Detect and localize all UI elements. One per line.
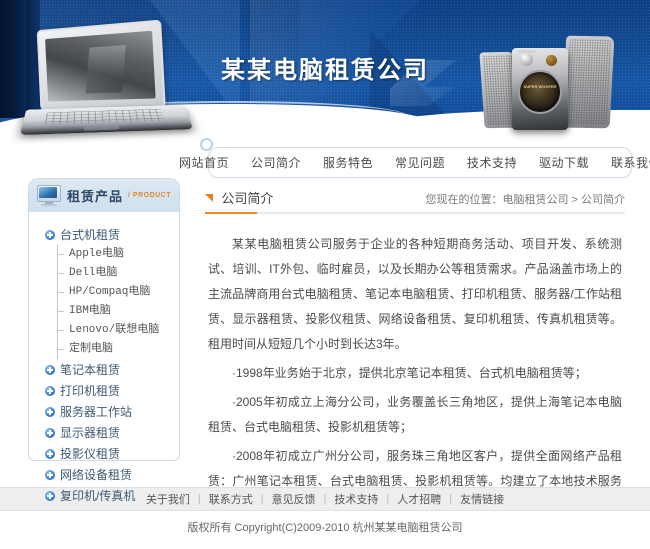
title-underline-accent	[205, 212, 257, 214]
sidebar-subitem-lenovo[interactable]: Lenovo/联想电脑	[57, 321, 179, 340]
sidebar-subitem-ibm[interactable]: IBM电脑	[57, 302, 179, 321]
sidebar-item-label: 网络设备租赁	[60, 468, 133, 482]
plus-circle-icon	[45, 229, 55, 240]
breadcrumb: 您现在的位置：电脑租赁公司 > 公司简介	[425, 194, 625, 206]
sidebar-item-desktop[interactable]: 台式机租赁	[29, 224, 179, 245]
footer-link-contact[interactable]: 联系方式	[201, 491, 261, 507]
sidebar-item-label: 服务器工作站	[60, 405, 133, 419]
sidebar-products-panel: 租赁产品 / PRODUCT 台式机租赁 Apple电脑 Dell电脑 HP/C…	[28, 178, 180, 503]
footer-link-careers[interactable]: 人才招聘	[389, 491, 449, 507]
sidebar-item-laptop[interactable]: 笔记本租赁	[29, 359, 179, 380]
sidebar-subitem-apple[interactable]: Apple电脑	[57, 245, 179, 264]
content-paragraph: ·1998年业务始于北京，提供北京笔记本租赁、台式机电脑租赁等；	[232, 366, 587, 380]
content-area: 公司简介 您现在的位置：电脑租赁公司 > 公司简介 某某电脑租赁公司服务于企业的…	[205, 188, 625, 523]
sidebar-sublist-desktop: Apple电脑 Dell电脑 HP/Compaq电脑 IBM电脑 Lenovo/…	[29, 245, 179, 359]
site-banner: 某某电脑租赁公司	[0, 0, 650, 150]
sidebar-item-label: 台式机租赁	[60, 228, 121, 242]
plus-circle-icon	[45, 406, 55, 417]
monitor-icon	[37, 184, 61, 206]
content-body: 某某电脑租赁公司服务于企业的各种短期商务活动、项目开发、系统测试、培训、IT外包…	[205, 214, 625, 519]
laptop-base	[19, 104, 194, 135]
plus-circle-icon	[45, 427, 55, 438]
monitor-screen	[39, 186, 57, 198]
laptop-touchpad	[83, 124, 120, 131]
sidebar-item-copier[interactable]: 复印机/传真机	[29, 485, 179, 506]
sidebar-subitem-dell[interactable]: Dell电脑	[57, 264, 179, 283]
nav-item-about[interactable]: 公司简介	[240, 154, 312, 171]
sidebar-item-server[interactable]: 服务器工作站	[29, 401, 179, 422]
footer-copyright: 版权所有 Copyright(C)2009-2010 杭州某某电脑租赁公司	[0, 511, 650, 549]
content-paragraph: 某某电脑租赁公司服务于企业的各种短期商务活动、项目开发、系统测试、培训、IT外包…	[208, 237, 622, 351]
sidebar-item-printer[interactable]: 打印机租赁	[29, 380, 179, 401]
nav-item-home[interactable]: 网站首页	[168, 154, 240, 171]
footer-link-feedback[interactable]: 意见反馈	[264, 491, 324, 507]
monitor-foot	[41, 203, 57, 206]
plus-circle-icon	[45, 448, 55, 459]
content-paragraph: ·2005年初成立上海分公司，业务覆盖长三角地区，提供上海笔记本电脑租赁、台式电…	[208, 395, 622, 434]
plus-circle-icon	[45, 364, 55, 375]
sidebar-list: 台式机租赁 Apple电脑 Dell电脑 HP/Compaq电脑 IBM电脑 L…	[29, 212, 179, 516]
page-title: 公司简介	[221, 191, 274, 206]
page-root: 某某电脑租赁公司 网站首页 公司简介 服务特色 常见问题 技术支持 驱动下载 联…	[0, 0, 650, 549]
sidebar-item-network[interactable]: 网络设备租赁	[29, 464, 179, 485]
sidebar-subitem-hp[interactable]: HP/Compaq电脑	[57, 283, 179, 302]
sidebar-item-projector[interactable]: 投影仪租赁	[29, 443, 179, 464]
nav-decorative-circle	[200, 138, 213, 151]
sidebar-item-label: 显示器租赁	[60, 426, 121, 440]
sidebar-item-label: 复印机/传真机	[60, 489, 136, 503]
sidebar-title: 租赁产品	[67, 188, 124, 204]
nav-item-contact[interactable]: 联系我们	[600, 154, 650, 171]
site-title: 某某电脑租赁公司	[221, 56, 429, 84]
sidebar-header: 租赁产品 / PRODUCT	[29, 179, 179, 212]
sidebar-item-label: 笔记本租赁	[60, 363, 121, 377]
content-header: 公司简介 您现在的位置：电脑租赁公司 > 公司简介	[205, 188, 625, 214]
sidebar-subtitle: / PRODUCT	[128, 191, 172, 199]
sidebar-subitem-custom[interactable]: 定制电脑	[57, 340, 179, 359]
footer-link-partners[interactable]: 友情链接	[452, 491, 512, 507]
plus-circle-icon	[45, 469, 55, 480]
laptop-keyboard	[45, 108, 165, 125]
plus-circle-icon	[45, 490, 55, 501]
sidebar-item-label: 打印机租赁	[60, 384, 121, 398]
sidebar-item-label: 投影仪租赁	[60, 447, 121, 461]
main-navigation: 网站首页 公司简介 服务特色 常见问题 技术支持 驱动下载 联系我们	[179, 147, 650, 178]
nav-item-support[interactable]: 技术支持	[456, 154, 528, 171]
footer-link-support[interactable]: 技术支持	[326, 491, 386, 507]
nav-item-features[interactable]: 服务特色	[312, 154, 384, 171]
nav-item-faq[interactable]: 常见问题	[384, 154, 456, 171]
arrow-marker-icon	[205, 194, 213, 202]
plus-circle-icon	[45, 385, 55, 396]
nav-item-drivers[interactable]: 驱动下载	[528, 154, 600, 171]
sidebar-item-monitor[interactable]: 显示器租赁	[29, 422, 179, 443]
